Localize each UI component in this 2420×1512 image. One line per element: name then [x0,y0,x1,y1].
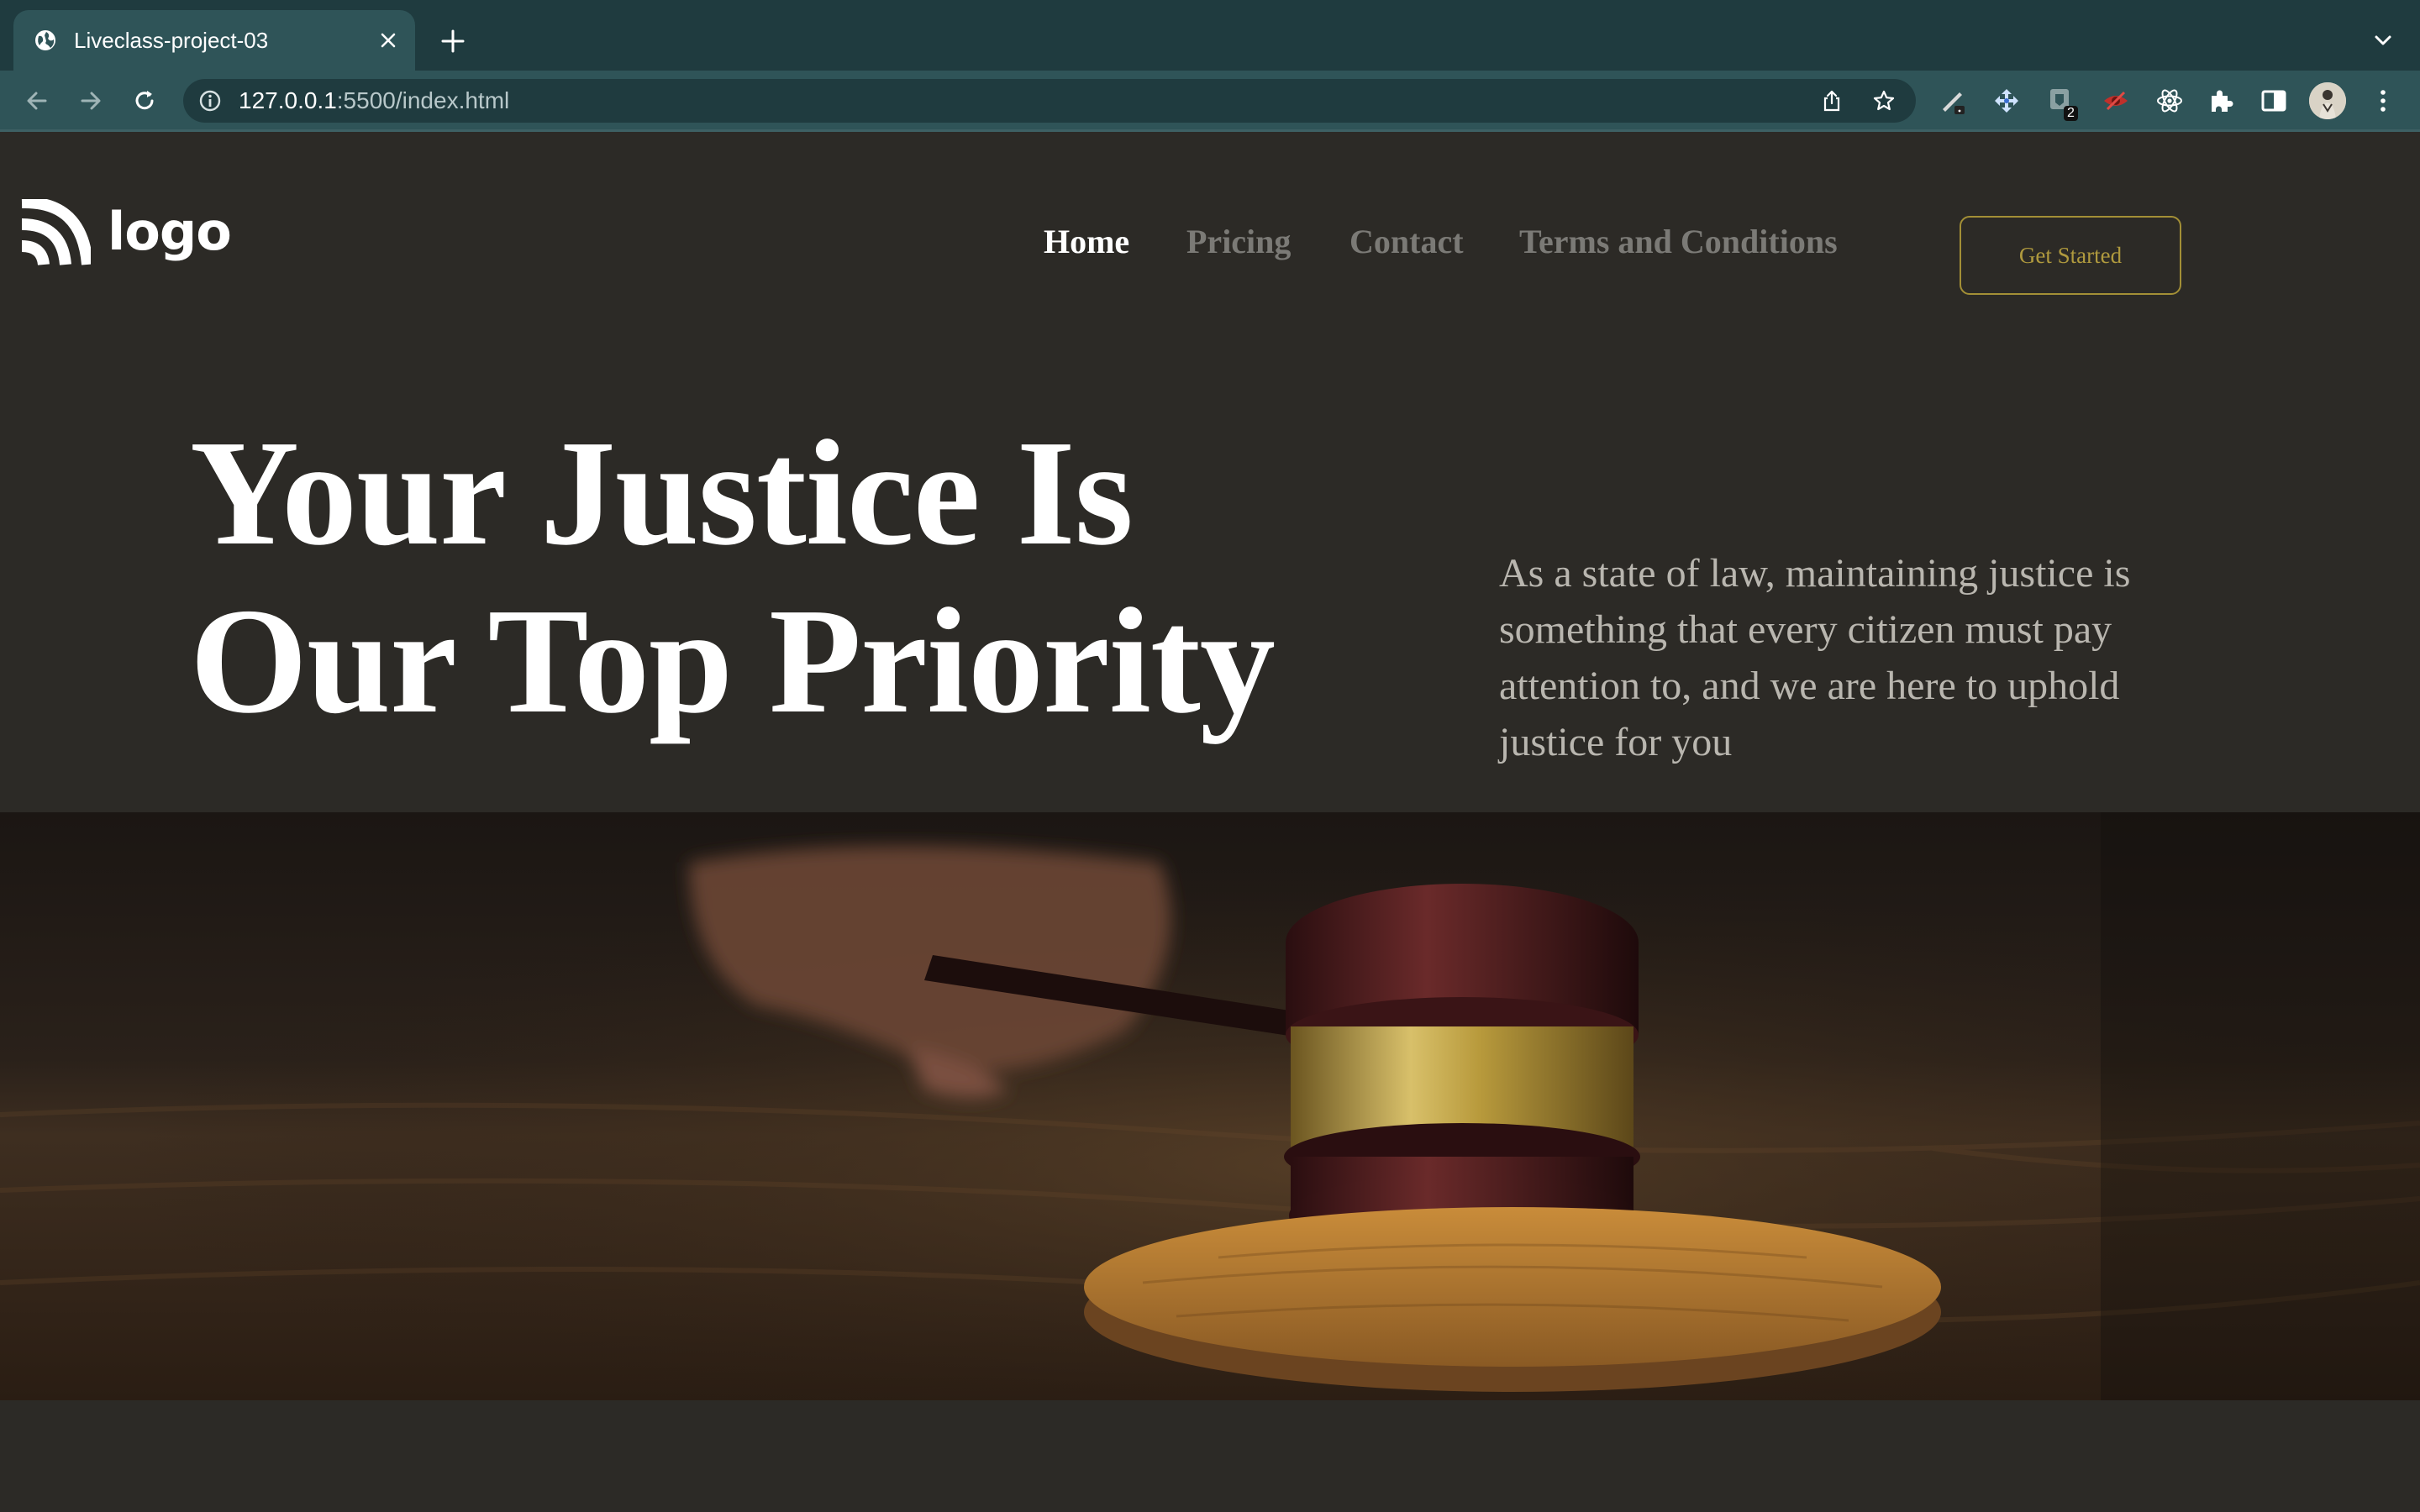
nav-home[interactable]: Home [1044,221,1129,263]
hero-subtitle: As a state of law, maintaining justice i… [1499,551,2131,764]
web-page: logo Home Pricing Contact Terms and Cond… [0,132,2420,1512]
browser-toolbar: 127.0.0.1:5500/index.html 2 [0,71,2420,131]
reload-icon[interactable] [129,86,160,116]
close-icon[interactable] [375,27,402,54]
kebab-menu-icon[interactable] [2368,86,2398,116]
forward-arrow-icon[interactable] [76,86,106,116]
tab-title: Liveclass-project-03 [74,28,269,53]
hero-title-line-1: Your Justice Is [190,409,1134,576]
nav-terms[interactable]: Terms and Conditions [1519,221,1838,263]
logo-text: logo [108,201,232,262]
nav-contact[interactable]: Contact [1349,221,1464,263]
back-arrow-icon[interactable] [22,86,52,116]
avatar-image [2309,82,2346,119]
profile-avatar[interactable] [2309,82,2346,119]
star-icon[interactable] [1872,89,1896,113]
plus-icon[interactable] [439,27,467,55]
eye-extension-icon[interactable] [2101,86,2131,116]
pen-extension-icon[interactable] [1938,86,1968,116]
browser-tab[interactable]: Liveclass-project-03 [13,10,415,71]
chevron-down-icon[interactable] [2370,30,2396,50]
side-panel-icon[interactable] [2259,86,2289,116]
site-logo[interactable]: logo [20,199,232,270]
hero-title: Your Justice Is Our Top Priority [190,409,1366,745]
globe-icon [35,30,55,50]
browser-tab-strip: Liveclass-project-03 [0,0,2420,71]
info-icon[interactable] [198,89,222,113]
get-started-button[interactable]: Get Started [1960,216,2181,295]
hero-title-line-2: Our Top Priority [190,577,1276,744]
url-path: :5500/index.html [336,87,510,113]
share-icon[interactable] [1820,89,1844,113]
url-host: 127.0.0.1 [239,87,337,113]
puzzle-icon[interactable] [2207,86,2237,116]
react-extension-icon[interactable] [2154,86,2185,116]
extension-badge: 2 [2064,106,2078,121]
url-text[interactable]: 127.0.0.1:5500/index.html [239,86,509,116]
logo-mark-icon [21,199,91,266]
nav-pricing[interactable]: Pricing [1186,221,1291,263]
address-bar[interactable]: 127.0.0.1:5500/index.html [183,79,1916,123]
move-extension-icon[interactable] [1991,86,2022,116]
hero-gavel-image [0,812,2420,1400]
